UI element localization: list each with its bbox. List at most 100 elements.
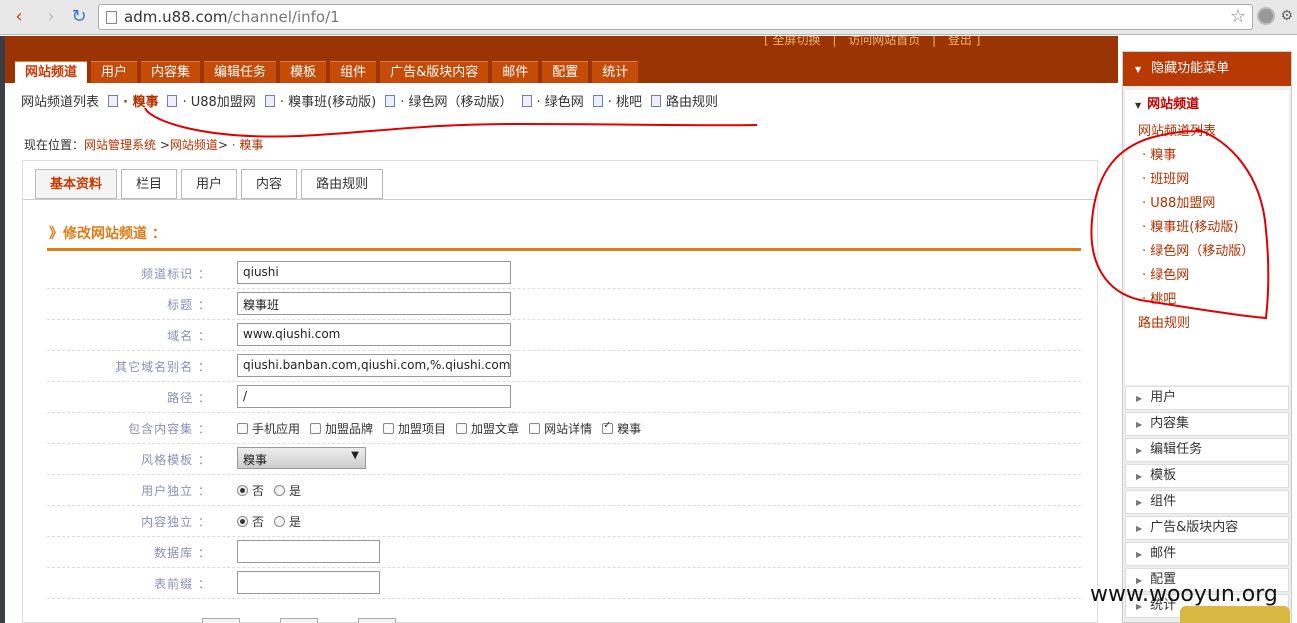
sidebar-item-mail[interactable]: ▶ 邮件 [1125,542,1289,566]
checkbox-project[interactable]: 加盟项目 [383,420,446,437]
reload-icon[interactable]: ↻ [68,6,90,28]
radio-user-yes[interactable]: 是 [274,482,301,499]
tab-components[interactable]: 组件 [330,61,377,83]
breadcrumb-link-system[interactable]: 网站管理系统 [84,138,156,152]
tab-templates[interactable]: 模板 [280,61,327,83]
tab-columns[interactable]: 栏目 [121,169,178,199]
doc-icon [385,94,396,107]
row-domain: 域名 ： www.qiushi.com [47,320,1081,351]
sidebar-link-qiushi[interactable]: · 糗事 [1142,144,1176,163]
subnav-qiushi[interactable]: · 糗事 [123,91,158,110]
triangle-right-icon: ▶ [1136,498,1143,507]
subnav-routes[interactable]: 路由规则 [666,91,718,110]
dropdown-arrow-icon: ▼ [351,450,359,461]
tab-divider [23,199,1097,200]
path-input[interactable]: / [237,385,511,408]
checkbox-brand[interactable]: 加盟品牌 [310,420,373,437]
wrench-icon[interactable]: ⚙ [1280,8,1293,24]
subnav-channel-list[interactable]: 网站频道列表 [21,91,99,110]
subnav-qiushi-mobile[interactable]: · 糗事班(移动版) [280,91,376,110]
sidebar-item-templates[interactable]: ▶ 模板 [1125,464,1289,488]
radio-content-no[interactable]: 否 [237,513,264,530]
back-button[interactable] [358,618,396,623]
domain-input[interactable]: www.qiushi.com [237,323,511,346]
tab-panel-users[interactable]: 用户 [181,169,238,199]
logout-link[interactable]: 登出 ] [948,36,981,47]
sidebar-item-users[interactable]: ▶ 用户 [1125,386,1289,410]
radio-user-no[interactable]: 否 [237,482,264,499]
triangle-right-icon: ▶ [1136,394,1143,403]
address-bar[interactable]: adm.u88.com/channel/info/1 ☆ [98,4,1253,30]
subnav-u88[interactable]: · U88加盟网 [182,91,255,110]
globe-icon[interactable] [1257,7,1275,25]
row-database: 数据库 ： [47,537,1081,568]
checkbox-site-detail[interactable]: 网站详情 [529,420,592,437]
bookmark-star-icon[interactable]: ☆ [1230,6,1246,27]
tab-channel[interactable]: 网站频道 [15,61,88,83]
back-icon[interactable]: ‹ [8,6,30,28]
triangle-right-icon: ▶ [1136,446,1143,455]
sidebar-header[interactable]: ▼ 隐藏功能菜单 [1123,52,1291,86]
tab-stats[interactable]: 统计 [592,61,639,83]
panel-tabs: 基本资料 栏目 用户 内容 路由规则 [35,169,384,199]
checkbox-qiushi[interactable]: 糗事 [602,420,641,437]
tab-ads[interactable]: 广告&版块内容 [380,61,489,83]
breadcrumb-current[interactable]: · 糗事 [232,138,264,152]
tab-mail[interactable]: 邮件 [492,61,539,83]
channel-id-input[interactable]: qiushi [237,261,511,284]
checkbox-mobile-app[interactable]: 手机应用 [237,420,300,437]
sidebar-link-routes[interactable]: 路由规则 [1138,312,1190,331]
subnav-green[interactable]: · 绿色网 [537,91,584,110]
row-content-sets: 包含内容集 ： 手机应用 加盟品牌 加盟项目 加盟文章 网站详情 糗事 [47,413,1081,444]
sidebar-link-green[interactable]: · 绿色网 [1142,264,1189,283]
subnav-green-mobile[interactable]: · 绿色网（移动版） [400,91,512,110]
triangle-down-icon: ▼ [1135,65,1142,74]
radio-content-yes[interactable]: 是 [274,513,301,530]
row-table-prefix: 表前缀 ： [47,568,1081,599]
row-channel-id: 频道标识 ： qiushi [47,258,1081,289]
sidebar-item-edit-tasks[interactable]: ▶ 编辑任务 [1125,438,1289,462]
watermark-badge [1180,606,1290,623]
checkbox-article[interactable]: 加盟文章 [456,420,519,437]
sidebar-channel-box: ▼ 网站频道 网站频道列表 · 糗事 · 班班网 · U88加盟网 · 糗事班(移… [1125,90,1289,385]
tab-users[interactable]: 用户 [91,61,138,83]
sidebar-item-content-sets[interactable]: ▶ 内容集 [1125,412,1289,436]
row-user-independent: 用户独立 ： 否 是 [47,475,1081,506]
doc-icon [592,94,603,107]
triangle-right-icon: ▶ [1136,524,1143,533]
forward-icon[interactable]: › [40,6,62,28]
submit-button[interactable] [202,618,240,623]
sidebar-link-taoba[interactable]: · 桃吧 [1142,288,1176,307]
top-links: [ 全屏切换 | 访问网站首页 | 登出 ] [760,36,984,48]
sidebar-link-banban[interactable]: · 班班网 [1142,168,1189,187]
doc-icon [521,94,532,107]
row-alias: 其它域名别名 ： qiushi.banban.com,qiushi.com,%.… [47,351,1081,382]
subnav-taoba[interactable]: · 桃吧 [608,91,642,110]
browser-toolbar: ‹ › ↻ adm.u88.com/channel/info/1 ☆ ⚙ [0,0,1297,35]
tab-content-sets[interactable]: 内容集 [141,61,201,83]
url-text: adm.u88.com/channel/info/1 [124,8,340,26]
sidebar-link-green-mobile[interactable]: · 绿色网（移动版） [1142,240,1254,259]
fullscreen-link[interactable]: [ 全屏切换 [764,36,821,47]
tab-config[interactable]: 配置 [542,61,589,83]
reset-button[interactable] [280,618,318,623]
database-input[interactable] [237,540,380,563]
page-icon [106,11,117,24]
sidebar-link-channel-list[interactable]: 网站频道列表 [1138,120,1216,139]
tab-edit-tasks[interactable]: 编辑任务 [204,61,277,83]
doc-icon [264,94,275,107]
alias-input[interactable]: qiushi.banban.com,qiushi.com,%.qiushi.co… [237,354,511,377]
table-prefix-input[interactable] [237,571,380,594]
style-select[interactable]: 糗事 ▼ [237,447,366,469]
sidebar-link-qiushi-mobile[interactable]: · 糗事班(移动版) [1142,216,1238,235]
sidebar-link-u88[interactable]: · U88加盟网 [1142,192,1215,211]
sidebar-item-ads[interactable]: ▶ 广告&版块内容 [1125,516,1289,540]
tab-panel-routes[interactable]: 路由规则 [301,169,384,199]
title-input[interactable]: 糗事班 [237,292,511,315]
breadcrumb-link-channel[interactable]: 网站频道 [170,138,218,152]
sidebar-group-channel[interactable]: ▼ 网站频道 [1135,93,1199,112]
tab-panel-content[interactable]: 内容 [241,169,298,199]
sidebar-item-components[interactable]: ▶ 组件 [1125,490,1289,514]
visit-home-link[interactable]: 访问网站首页 [848,36,920,47]
tab-basic-info[interactable]: 基本资料 [35,169,118,199]
